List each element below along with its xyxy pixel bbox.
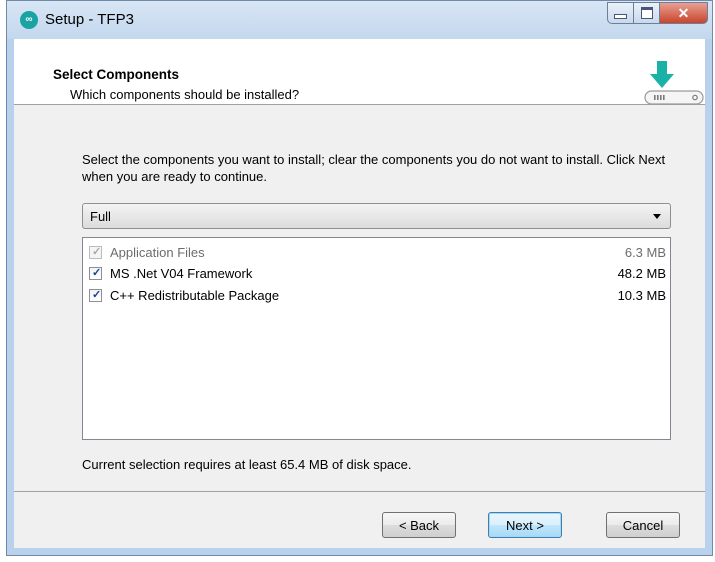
component-size: 6.3 MB [624,245,666,260]
component-name: C++ Redistributable Package [110,288,280,303]
next-button[interactable]: Next > [488,512,562,538]
minimize-icon [614,13,627,19]
setup-window: ∞ Setup - TFP3 ✕ Select Components Which… [6,0,713,556]
component-size: 10.3 MB [617,288,666,303]
window-controls: ✕ [607,2,708,24]
maximize-icon [640,7,653,19]
wizard-header: Select Components Which components shoul… [14,39,705,105]
title-bar[interactable]: ∞ Setup - TFP3 ✕ [7,1,712,39]
disk-space-note: Current selection requires at least 65.4… [82,457,412,472]
minimize-button[interactable] [607,2,634,24]
page-title: Select Components [53,67,180,82]
checkbox-icon[interactable]: ✓ [89,267,102,280]
close-button[interactable]: ✕ [660,2,708,24]
wizard-client-area: Select Components Which components shoul… [14,39,705,548]
back-button[interactable]: < Back [382,512,456,538]
component-name: MS .Net V04 Framework [110,266,253,281]
component-row-application-files: ✓ Application Files 6.3 MB [87,243,666,263]
checkbox-icon: ✓ [89,246,102,259]
page-subtitle: Which components should be installed? [70,87,300,102]
dropdown-arrow-icon [653,214,661,219]
component-size: 48.2 MB [617,266,666,281]
checkbox-icon[interactable]: ✓ [89,289,102,302]
components-list[interactable]: ✓ Application Files 6.3 MB ✓ MS .Net V04… [82,237,671,440]
footer-divider [14,491,705,492]
cancel-button[interactable]: Cancel [606,512,680,538]
component-name: Application Files [110,245,205,260]
instructions-text: Select the components you want to instal… [82,152,666,184]
app-logo-icon: ∞ [20,11,38,29]
component-row-net-framework[interactable]: ✓ MS .Net V04 Framework 48.2 MB [87,264,666,284]
window-title: Setup - TFP3 [45,11,134,28]
setup-type-dropdown[interactable]: Full [82,203,671,229]
maximize-button[interactable] [634,2,660,24]
download-drive-icon [644,61,704,105]
close-icon: ✕ [677,4,690,21]
setup-type-value: Full [90,209,111,224]
component-row-cpp-redistributable[interactable]: ✓ C++ Redistributable Package 10.3 MB [87,286,666,306]
